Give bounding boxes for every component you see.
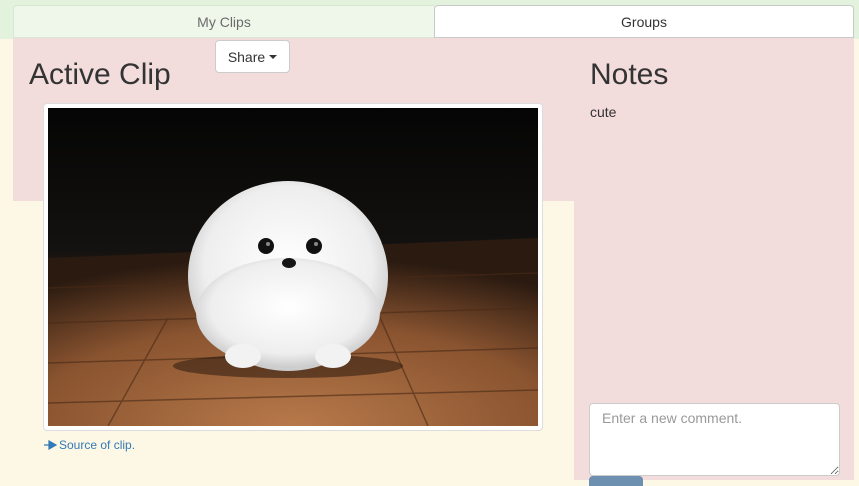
active-clip-title: Active Clip [29, 58, 171, 91]
note-text: cute [590, 104, 617, 120]
puppy-image [48, 108, 538, 426]
notes-title: Notes [590, 58, 669, 91]
pushpin-icon [44, 440, 58, 450]
clip-image [43, 103, 543, 431]
caret-down-icon [269, 55, 278, 59]
tab-groups-label: Groups [621, 13, 667, 30]
comment-input[interactable] [589, 403, 840, 476]
source-of-clip-label: Source of clip. [59, 438, 136, 452]
submit-comment-button[interactable] [589, 476, 643, 486]
tab-my-clips-label: My Clips [197, 13, 251, 30]
tab-groups[interactable]: Groups [434, 5, 854, 38]
share-label: Share [227, 48, 266, 65]
share-dropdown-button[interactable]: Share [215, 40, 290, 73]
source-of-clip-link[interactable]: Source of clip. [44, 438, 135, 452]
tab-my-clips[interactable]: My Clips [13, 5, 434, 38]
